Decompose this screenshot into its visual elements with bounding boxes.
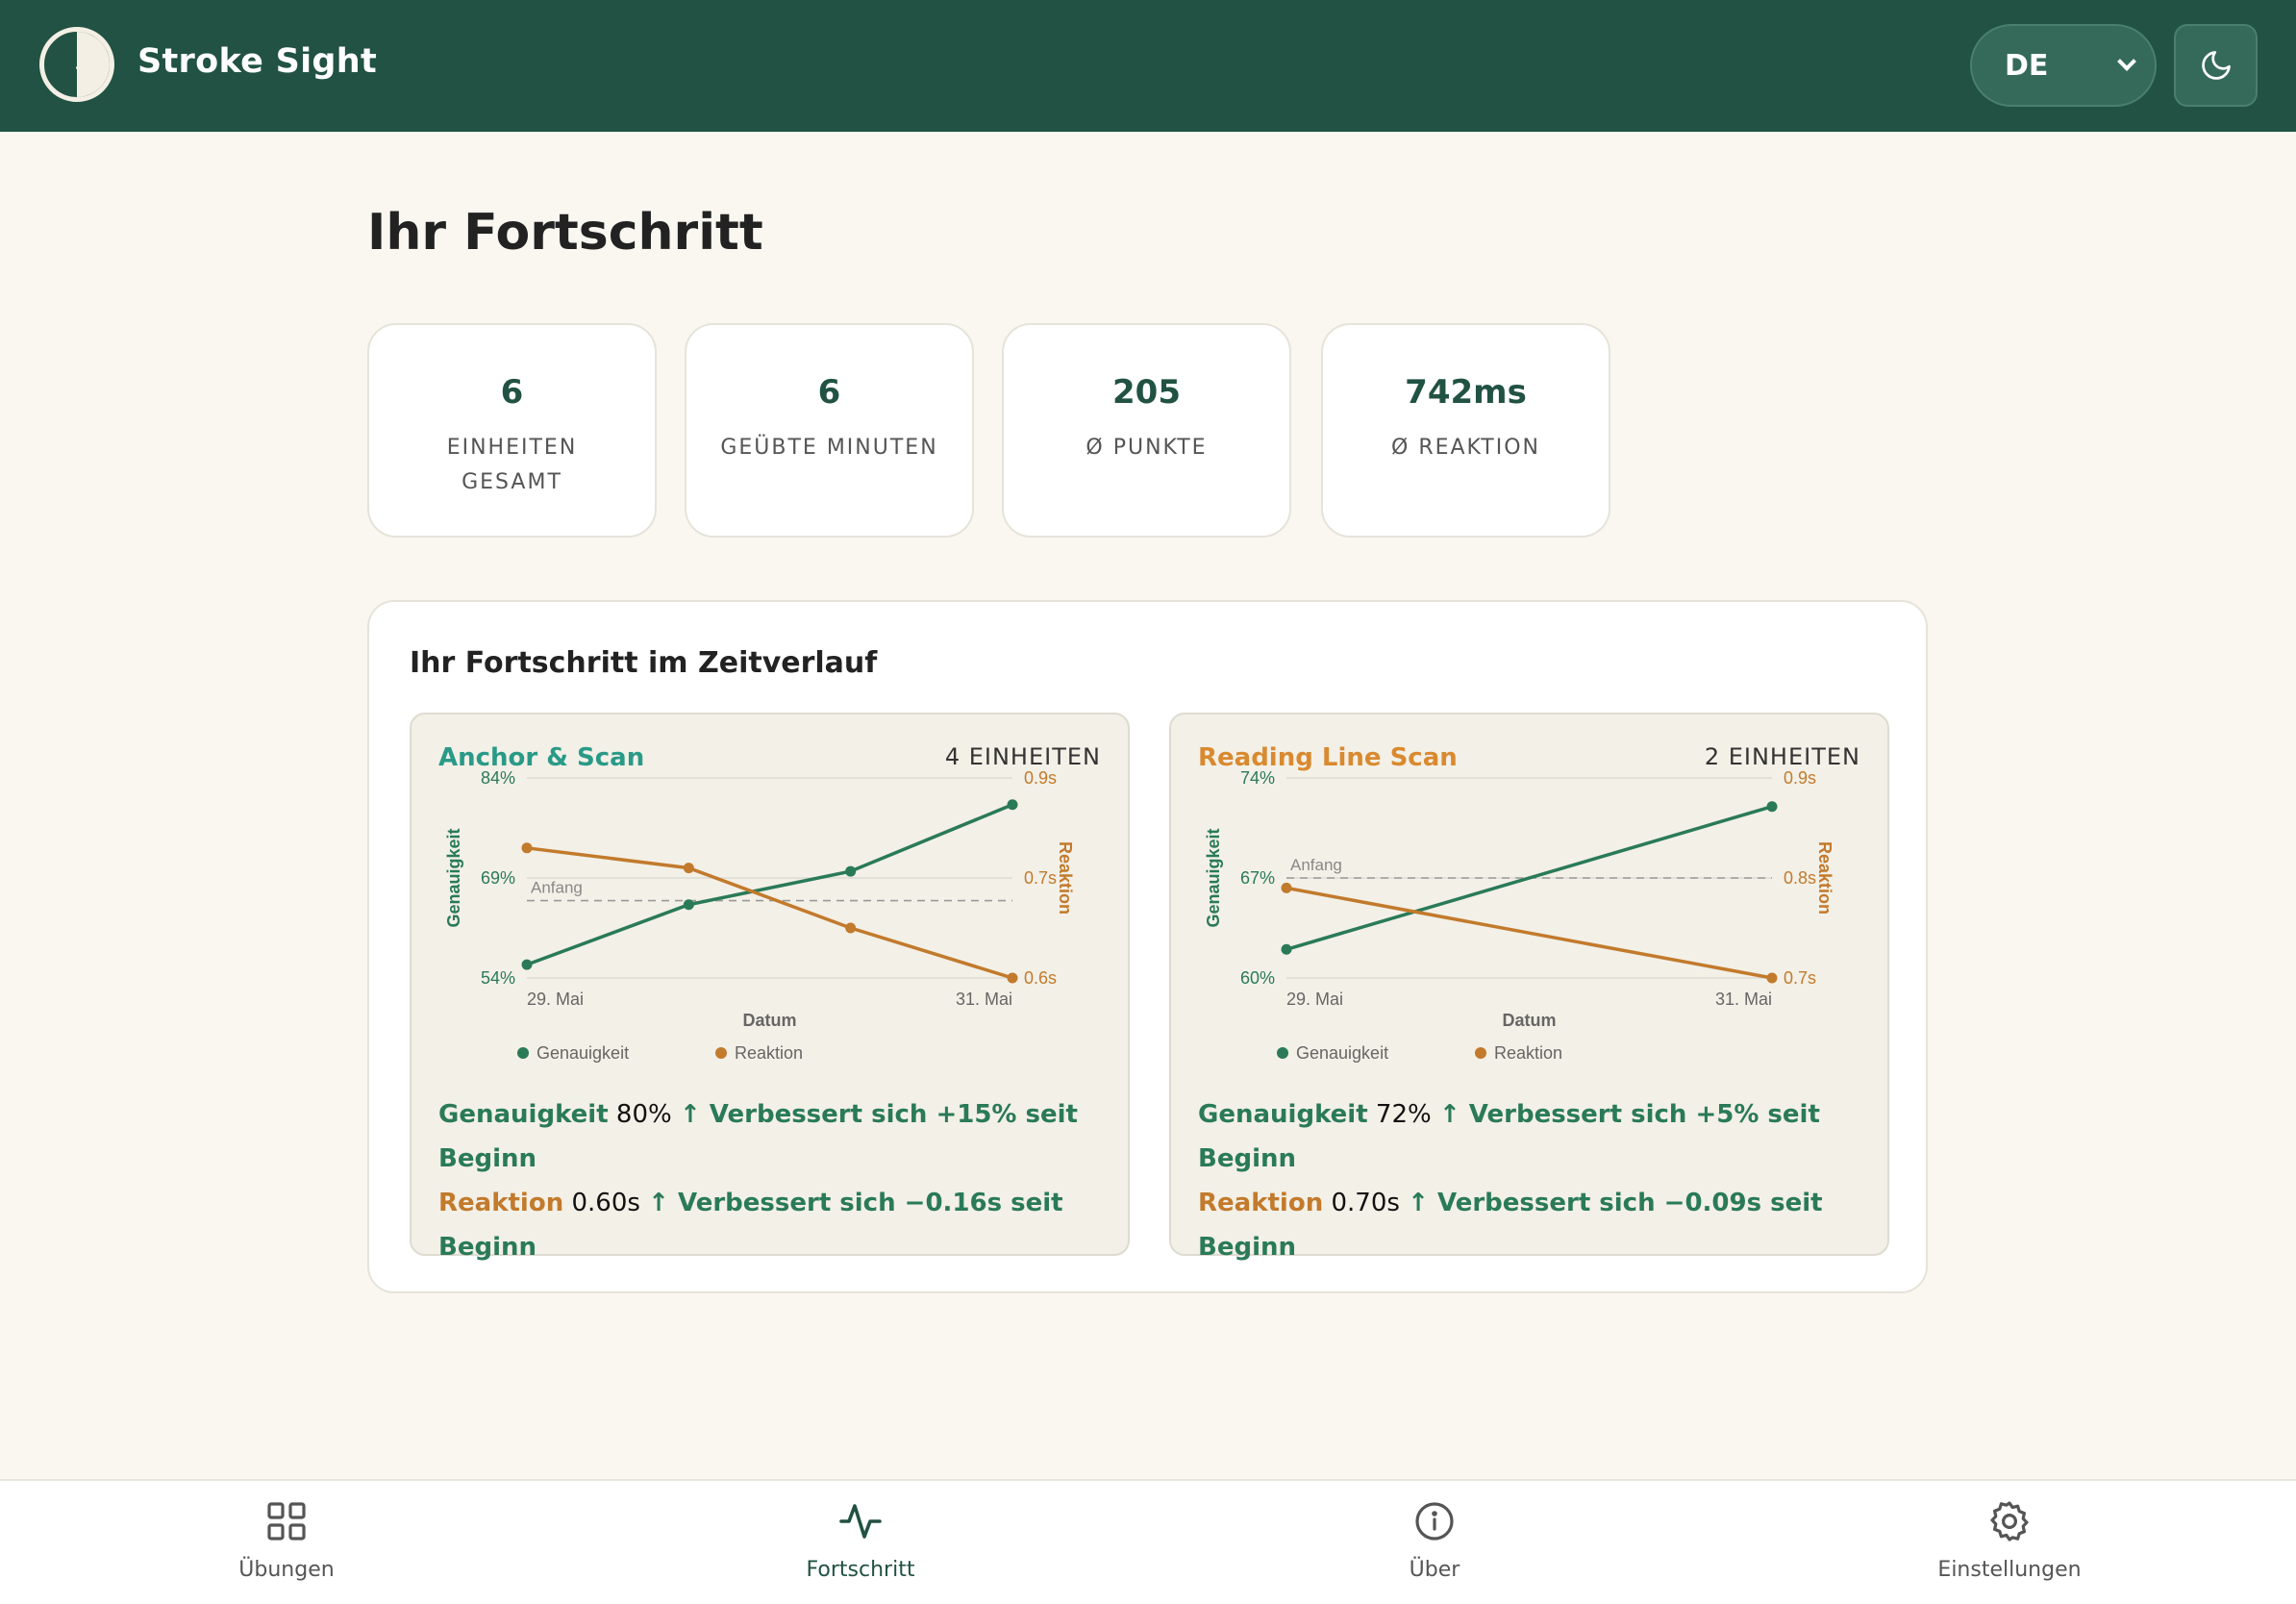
y-right-tick: 0.8s xyxy=(1784,868,1816,888)
exercise-card-anchor-scan: Anchor & Scan 4 EINHEITEN 84% 69% 54% 0.9s 0… xyxy=(410,713,1130,1262)
stat-card-sessions: 6 EINHEITEN GESAMT xyxy=(367,323,657,538)
baseline-label: Anfang xyxy=(531,879,583,897)
nav-label: Über xyxy=(1409,1558,1460,1582)
series-line-reaktion xyxy=(1285,886,1773,980)
data-point-reaktion xyxy=(1766,972,1778,984)
stat-card-reaction: 742ms Ø REAKTION xyxy=(1321,323,1610,538)
data-point-reaktion xyxy=(1007,972,1018,984)
stat-value: 742ms xyxy=(1405,373,1527,412)
baseline-label: Anfang xyxy=(1290,856,1342,874)
legend-label: Reaktion xyxy=(1494,1043,1562,1063)
legend-label: Genauigkeit xyxy=(1296,1043,1388,1063)
x-tick: 29. Mai xyxy=(1286,990,1343,1009)
y-left-tick: 54% xyxy=(481,968,515,988)
legend-dot-genauigkeit xyxy=(517,1047,529,1059)
nav-item-einstellungen[interactable]: Einstellungen xyxy=(1865,1498,2154,1582)
stat-card-points: 205 Ø PUNKTE xyxy=(1002,323,1291,538)
reaction-value: 0.60s xyxy=(571,1189,640,1217)
theme-toggle-button[interactable] xyxy=(2174,24,2258,107)
card-summary: Genauigkeit 72% ↑ Verbessert sich +5% se… xyxy=(1198,1092,1868,1269)
data-point-genauigkeit xyxy=(683,899,694,911)
stat-value: 205 xyxy=(1112,373,1181,412)
stat-value: 6 xyxy=(500,373,524,412)
accuracy-key: Genauigkeit xyxy=(1198,1100,1368,1129)
data-point-reaktion xyxy=(521,842,533,854)
reaction-key: Reaktion xyxy=(438,1189,564,1217)
chevron-down-icon xyxy=(2117,52,2136,71)
nav-item-ueber[interactable]: Über xyxy=(1290,1498,1579,1582)
stat-card-minutes: 6 GEÜBTE MINUTEN xyxy=(685,323,974,538)
progress-chart: 74% 67% 60% 0.9s 0.8s 0.7s Genauigkeit Reaktion… xyxy=(1204,768,1834,1063)
stat-label: Ø REAKTION xyxy=(1391,436,1540,460)
app-title: Stroke Sight xyxy=(137,42,378,81)
nav-label: Einstellungen xyxy=(1937,1558,2082,1582)
data-point-reaktion xyxy=(683,863,694,874)
stat-value: 6 xyxy=(817,373,841,412)
accuracy-value: 72% xyxy=(1375,1100,1432,1129)
y-left-tick: 84% xyxy=(481,768,515,788)
x-label: Datum xyxy=(1502,1011,1556,1030)
y-right-tick: 0.7s xyxy=(1784,968,1816,988)
bottom-nav: Übungen Fortschritt Über Einstellungen xyxy=(0,1479,2296,1604)
x-tick: 31. Mai xyxy=(1715,990,1772,1009)
gear-icon xyxy=(1990,1501,2029,1541)
half-circle-logo xyxy=(39,27,114,102)
y-right-tick: 0.9s xyxy=(1024,768,1057,788)
y-left-label: Genauigkeit xyxy=(444,828,463,927)
reaction-key: Reaktion xyxy=(1198,1189,1324,1217)
stat-label: Ø PUNKTE xyxy=(1086,436,1208,460)
y-right-label: Reaktion xyxy=(1056,841,1075,915)
accuracy-value: 80% xyxy=(615,1100,672,1129)
language-select[interactable]: DE xyxy=(1970,24,2157,107)
data-point-reaktion xyxy=(1281,882,1292,893)
legend-label: Reaktion xyxy=(735,1043,803,1063)
accuracy-key: Genauigkeit xyxy=(438,1100,609,1129)
data-point-genauigkeit xyxy=(845,865,857,877)
x-tick: 31. Mai xyxy=(956,990,1012,1009)
progress-panel: Ihr Fortschritt im Zeitverlauf Anchor & … xyxy=(367,600,1928,1293)
activity-icon xyxy=(839,1504,882,1539)
series-line-genauigkeit xyxy=(526,803,1013,966)
data-point-genauigkeit xyxy=(1007,799,1018,811)
y-left-tick: 69% xyxy=(481,868,515,888)
card-summary: Genauigkeit 80% ↑ Verbessert sich +15% s… xyxy=(438,1092,1109,1269)
exercise-card-reading-line: Reading Line Scan 2 EINHEITEN 74% 67% 60% 0… xyxy=(1169,713,1889,1262)
panel-title: Ihr Fortschritt im Zeitverlauf xyxy=(410,646,878,680)
moon-icon xyxy=(2201,51,2231,80)
stat-label: EINHEITEN GESAMT xyxy=(446,436,578,494)
y-right-tick: 0.6s xyxy=(1024,968,1057,988)
y-right-label: Reaktion xyxy=(1815,841,1834,915)
data-point-genauigkeit xyxy=(1766,801,1778,813)
stat-label: GEÜBTE MINUTEN xyxy=(720,436,938,460)
language-value: DE xyxy=(2005,48,2049,83)
progress-chart: 84% 69% 54% 0.9s 0.7s 0.6s Genauigkeit Reaktion… xyxy=(444,768,1075,1063)
nav-item-fortschritt[interactable]: Fortschritt xyxy=(716,1498,1005,1582)
page-title: Ihr Fortschritt xyxy=(367,204,763,262)
y-right-tick: 0.7s xyxy=(1024,868,1057,888)
legend-dot-reaktion xyxy=(1475,1047,1486,1059)
legend-label: Genauigkeit xyxy=(537,1043,629,1063)
legend-dot-genauigkeit xyxy=(1277,1047,1288,1059)
info-icon xyxy=(1415,1502,1454,1541)
series-line-reaktion xyxy=(526,846,1013,980)
grid-icon xyxy=(267,1502,306,1541)
y-right-tick: 0.9s xyxy=(1784,768,1816,788)
x-label: Datum xyxy=(742,1011,796,1030)
nav-label: Fortschritt xyxy=(806,1558,915,1582)
legend-dot-reaktion xyxy=(715,1047,727,1059)
data-point-reaktion xyxy=(845,922,857,934)
y-left-tick: 74% xyxy=(1240,768,1275,788)
x-tick: 29. Mai xyxy=(527,990,584,1009)
y-left-tick: 60% xyxy=(1240,968,1275,988)
y-left-tick: 67% xyxy=(1240,868,1275,888)
app-header: Stroke Sight DE xyxy=(0,0,2296,132)
reaction-value: 0.70s xyxy=(1331,1189,1400,1217)
data-point-genauigkeit xyxy=(1281,943,1292,955)
data-point-genauigkeit xyxy=(521,959,533,970)
nav-item-uebungen[interactable]: Übungen xyxy=(142,1498,431,1582)
nav-label: Übungen xyxy=(238,1558,335,1582)
y-left-label: Genauigkeit xyxy=(1204,828,1223,927)
